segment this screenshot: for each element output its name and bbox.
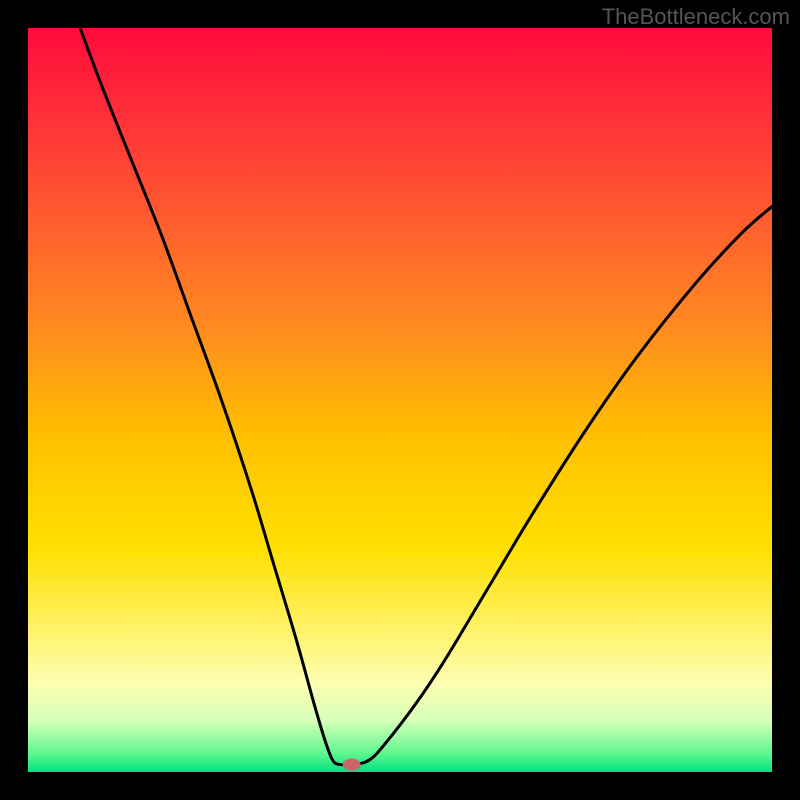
plot-area xyxy=(28,28,772,772)
gradient-background xyxy=(28,28,772,772)
watermark-text: TheBottleneck.com xyxy=(602,4,790,30)
marker-point xyxy=(343,759,361,771)
chart-svg xyxy=(28,28,772,772)
chart-container: TheBottleneck.com xyxy=(0,0,800,800)
